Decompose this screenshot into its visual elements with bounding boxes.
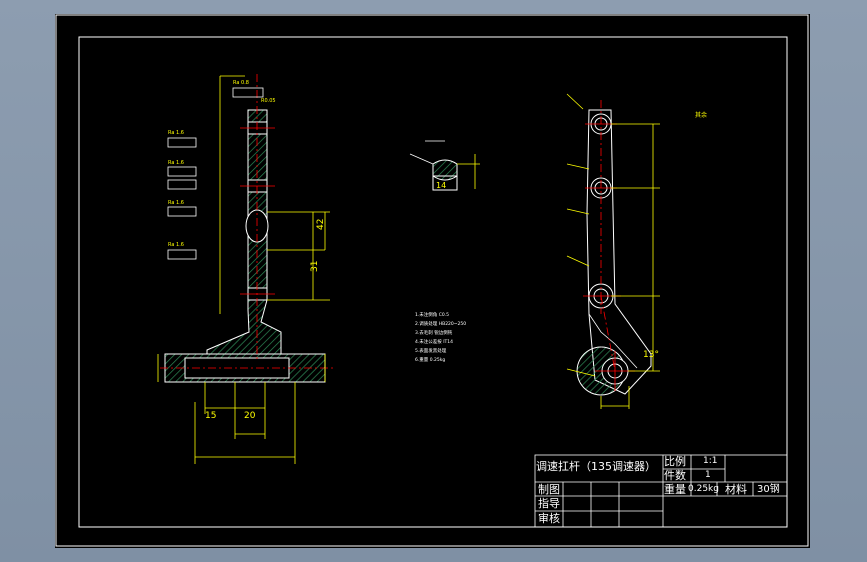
drawing-sheet: Ra 0.8 Ra 1.6 Ra 1.6 Ra 1.6 Ra 1.6 R0.05…: [55, 14, 810, 548]
svg-text:4.未注公差按 IT14: 4.未注公差按 IT14: [415, 338, 453, 345]
qty-value: 1: [705, 470, 711, 480]
svg-text:1.未注倒角 C0.5: 1.未注倒角 C0.5: [415, 311, 449, 318]
svg-text:2.调质处理 HB220~250: 2.调质处理 HB220~250: [415, 320, 466, 327]
inner-frame: [78, 36, 788, 528]
material-value: 30钢: [757, 484, 780, 495]
weight-value: 0.25kg: [688, 484, 719, 494]
svg-text:Ra 1.6: Ra 1.6: [168, 200, 184, 206]
svg-text:6.重量 0.25kg: 6.重量 0.25kg: [415, 356, 445, 363]
part-name: 调速扛杆（135调速器）: [536, 460, 656, 473]
section-view-left: Ra 0.8 Ra 1.6 Ra 1.6 Ra 1.6 Ra 1.6 R0.05…: [157, 74, 335, 464]
svg-text:5.表面发黑处理: 5.表面发黑处理: [415, 347, 447, 354]
weight-label: 重量: [664, 483, 686, 496]
scale-label: 比例: [664, 455, 686, 468]
svg-text:Ra 0.8: Ra 0.8: [233, 80, 249, 86]
small-section-view: 14: [409, 140, 480, 191]
svg-text:Ra 1.6: Ra 1.6: [168, 242, 184, 248]
svg-text:Ra 1.6: Ra 1.6: [168, 160, 184, 166]
scale-value: 1:1: [703, 456, 718, 466]
svg-text:其余: 其余: [695, 111, 707, 119]
svg-text:3.去毛刺 锐边倒钝: 3.去毛刺 锐边倒钝: [415, 329, 453, 336]
dim-14: 14: [436, 181, 446, 190]
dim-42: 42: [316, 219, 326, 230]
material-label: 材料: [725, 483, 747, 496]
cad-drawing: Ra 0.8 Ra 1.6 Ra 1.6 Ra 1.6 Ra 1.6 R0.05…: [55, 14, 809, 547]
drawn-label: 制图: [538, 483, 560, 496]
angle-13: 13°: [643, 350, 659, 360]
svg-text:Ra 1.6: Ra 1.6: [168, 130, 184, 136]
guide-label: 指导: [538, 497, 560, 510]
svg-text:R0.05: R0.05: [261, 98, 276, 104]
dim-31: 31: [310, 261, 320, 272]
review-label: 审核: [538, 512, 560, 525]
qty-label: 件数: [664, 469, 686, 482]
front-view-right: 13° 其余: [566, 93, 707, 409]
outer-border: [55, 14, 809, 547]
dim-20: 20: [244, 411, 256, 421]
tech-notes: 1.未注倒角 C0.5 2.调质处理 HB220~250 3.去毛刺 锐边倒钝 …: [415, 311, 466, 363]
dim-15: 15: [205, 411, 216, 421]
